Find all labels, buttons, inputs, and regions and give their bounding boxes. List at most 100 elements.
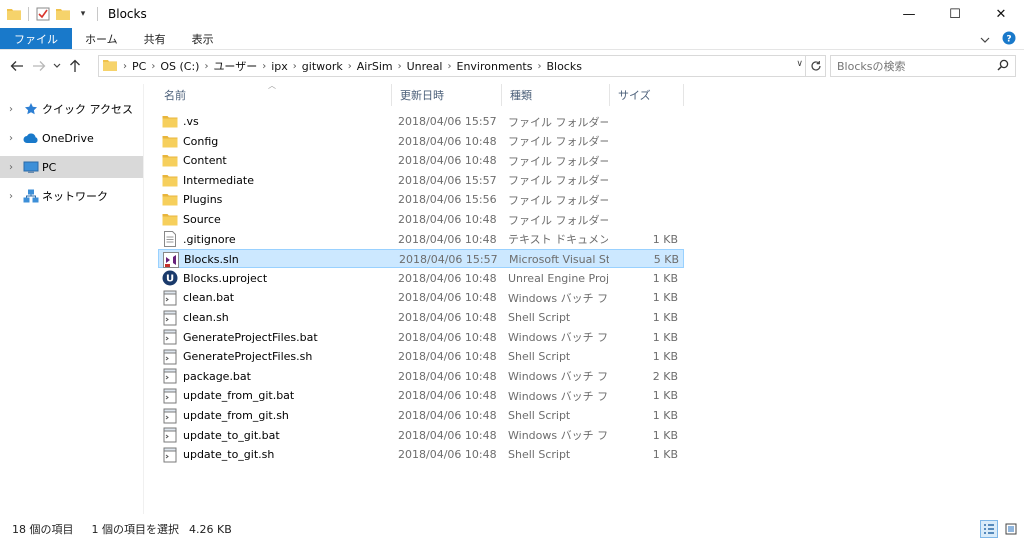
up-button[interactable] — [64, 55, 86, 77]
file-row[interactable]: Config 2018/04/06 10:48 ファイル フォルダー — [158, 132, 684, 151]
column-header-date[interactable]: 更新日時 — [392, 84, 502, 106]
help-icon[interactable]: ? — [1002, 31, 1016, 48]
breadcrumb-environments[interactable]: Environments — [454, 60, 536, 73]
file-row[interactable]: Plugins 2018/04/06 15:56 ファイル フォルダー — [158, 190, 684, 209]
chevron-right-icon[interactable]: › — [346, 61, 354, 72]
search-icon[interactable] — [997, 59, 1009, 74]
file-name: update_to_git.sh — [183, 448, 275, 462]
file-name-cell: update_to_git.bat — [162, 426, 390, 445]
close-button[interactable]: ✕ — [978, 0, 1024, 28]
folder-icon[interactable] — [6, 6, 22, 22]
back-button[interactable] — [6, 55, 28, 77]
breadcrumb-pc[interactable]: PC — [129, 60, 149, 73]
chevron-right-icon[interactable]: › — [0, 104, 22, 115]
customize-dropdown-icon[interactable]: ▾ — [75, 6, 91, 22]
new-folder-icon[interactable] — [55, 6, 71, 22]
address-bar[interactable]: › PC › OS (C:) › ユーザー › ipx › gitwork › … — [98, 55, 806, 77]
breadcrumb-ipx[interactable]: ipx — [268, 60, 291, 73]
file-name: Source — [183, 213, 221, 226]
file-date: 2018/04/06 10:48 — [398, 154, 497, 168]
nav-item-network[interactable]: › ネットワーク — [0, 185, 143, 207]
nav-item-quick-access[interactable]: › クイック アクセス — [0, 98, 143, 120]
forward-button[interactable] — [28, 55, 50, 77]
minimize-button[interactable]: — — [886, 0, 932, 28]
nav-item-label: クイック アクセス — [42, 103, 133, 116]
refresh-button[interactable] — [806, 55, 826, 77]
file-row[interactable]: Content 2018/04/06 10:48 ファイル フォルダー — [158, 151, 684, 170]
file-row[interactable]: .gitignore 2018/04/06 10:48 テキスト ドキュメント 1 K… — [158, 230, 684, 249]
address-dropdown-icon[interactable]: ∨ — [796, 59, 803, 69]
breadcrumb-os-c[interactable]: OS (C:) — [157, 60, 202, 73]
folder-icon — [162, 114, 178, 130]
recent-locations-button[interactable] — [50, 55, 64, 77]
chevron-right-icon[interactable]: › — [396, 61, 404, 72]
tab-file[interactable]: ファイル — [0, 28, 72, 49]
column-header-type[interactable]: 種類 — [502, 84, 610, 106]
file-type: Windows バッチ ファ... — [508, 291, 608, 305]
breadcrumb-users[interactable]: ユーザー — [210, 58, 260, 74]
chevron-right-icon[interactable]: › — [535, 61, 543, 72]
file-type: Windows バッチ ファ... — [508, 429, 608, 443]
unreal-engine-icon: U — [162, 270, 178, 286]
file-row[interactable]: .vs 2018/04/06 15:57 ファイル フォルダー — [158, 112, 684, 131]
file-row[interactable]: update_to_git.sh 2018/04/06 10:48 Shell Sc… — [158, 445, 684, 464]
file-row[interactable]: Intermediate 2018/04/06 15:57 ファイル フォルダー — [158, 171, 684, 190]
tab-share[interactable]: 共有 — [131, 28, 179, 49]
chevron-right-icon[interactable]: › — [0, 133, 22, 144]
file-date: 2018/04/06 10:48 — [398, 291, 497, 305]
script-file-icon — [162, 310, 178, 326]
file-row[interactable]: clean.bat 2018/04/06 10:48 Windows バッチ ファ.… — [158, 288, 684, 307]
folder-icon — [162, 212, 178, 228]
divider — [28, 7, 29, 21]
nav-item-pc[interactable]: › PC — [0, 156, 143, 178]
chevron-right-icon[interactable]: › — [0, 191, 22, 202]
file-row[interactable]: Source 2018/04/06 10:48 ファイル フォルダー — [158, 210, 684, 229]
file-row[interactable]: Blocks.sln 2018/04/06 15:57 Microsoft Visu… — [158, 249, 684, 269]
file-row[interactable]: GenerateProjectFiles.sh 2018/04/06 10:48 S… — [158, 347, 684, 366]
chevron-right-icon[interactable]: › — [446, 61, 454, 72]
breadcrumb-unreal[interactable]: Unreal — [404, 60, 446, 73]
column-header-size[interactable]: サイズ — [610, 84, 684, 106]
properties-icon[interactable] — [35, 6, 51, 22]
file-row[interactable]: package.bat 2018/04/06 10:48 Windows バッチ フ… — [158, 367, 684, 386]
chevron-right-icon[interactable]: › — [260, 61, 268, 72]
file-row[interactable]: update_from_git.bat 2018/04/06 10:48 Windo… — [158, 386, 684, 405]
search-box[interactable] — [830, 55, 1016, 77]
chevron-right-icon[interactable]: › — [149, 61, 157, 72]
large-icons-view-button[interactable] — [1002, 520, 1020, 538]
maximize-button[interactable]: ☐ — [932, 0, 978, 28]
search-input[interactable] — [837, 59, 987, 73]
chevron-right-icon[interactable]: › — [202, 61, 210, 72]
file-size: 1 KB — [652, 311, 678, 324]
chevron-down-icon[interactable] — [980, 33, 990, 46]
item-count: 18 個の項目 — [12, 523, 74, 536]
breadcrumb-blocks[interactable]: Blocks — [543, 60, 584, 73]
file-name-cell: Plugins — [162, 190, 390, 209]
file-name: .gitignore — [183, 232, 236, 246]
file-date: 2018/04/06 10:48 — [398, 428, 497, 442]
tab-view[interactable]: 表示 — [179, 28, 227, 49]
chevron-right-icon[interactable]: › — [0, 162, 22, 173]
file-date: 2018/04/06 10:48 — [398, 409, 497, 422]
arrow-left-icon — [10, 61, 23, 71]
details-view-button[interactable] — [980, 520, 998, 538]
chevron-right-icon[interactable]: › — [291, 61, 299, 72]
nav-item-onedrive[interactable]: › OneDrive — [0, 127, 143, 149]
file-size — [612, 151, 678, 170]
selection-count: 1 個の項目を選択 — [91, 523, 180, 536]
file-size — [612, 171, 678, 190]
file-row[interactable]: update_to_git.bat 2018/04/06 10:48 Windows… — [158, 426, 684, 445]
tab-home[interactable]: ホーム — [72, 28, 131, 49]
file-row[interactable]: update_from_git.sh 2018/04/06 10:48 Shell … — [158, 406, 684, 425]
file-row[interactable]: U Blocks.uproject 2018/04/06 10:48 Unreal E… — [158, 269, 684, 288]
file-type: ファイル フォルダー — [508, 115, 608, 129]
file-row[interactable]: clean.sh 2018/04/06 10:48 Shell Script 1 KB — [158, 308, 684, 327]
file-size: 1 KB — [652, 350, 678, 364]
breadcrumb-gitwork[interactable]: gitwork — [299, 60, 346, 73]
file-size: 1 KB — [652, 389, 678, 403]
column-header-name[interactable]: 名前 — [156, 84, 392, 106]
file-date: 2018/04/06 10:48 — [398, 232, 497, 246]
chevron-right-icon[interactable]: › — [121, 61, 129, 72]
file-row[interactable]: GenerateProjectFiles.bat 2018/04/06 10:48… — [158, 328, 684, 347]
breadcrumb-airsim[interactable]: AirSim — [354, 60, 396, 73]
